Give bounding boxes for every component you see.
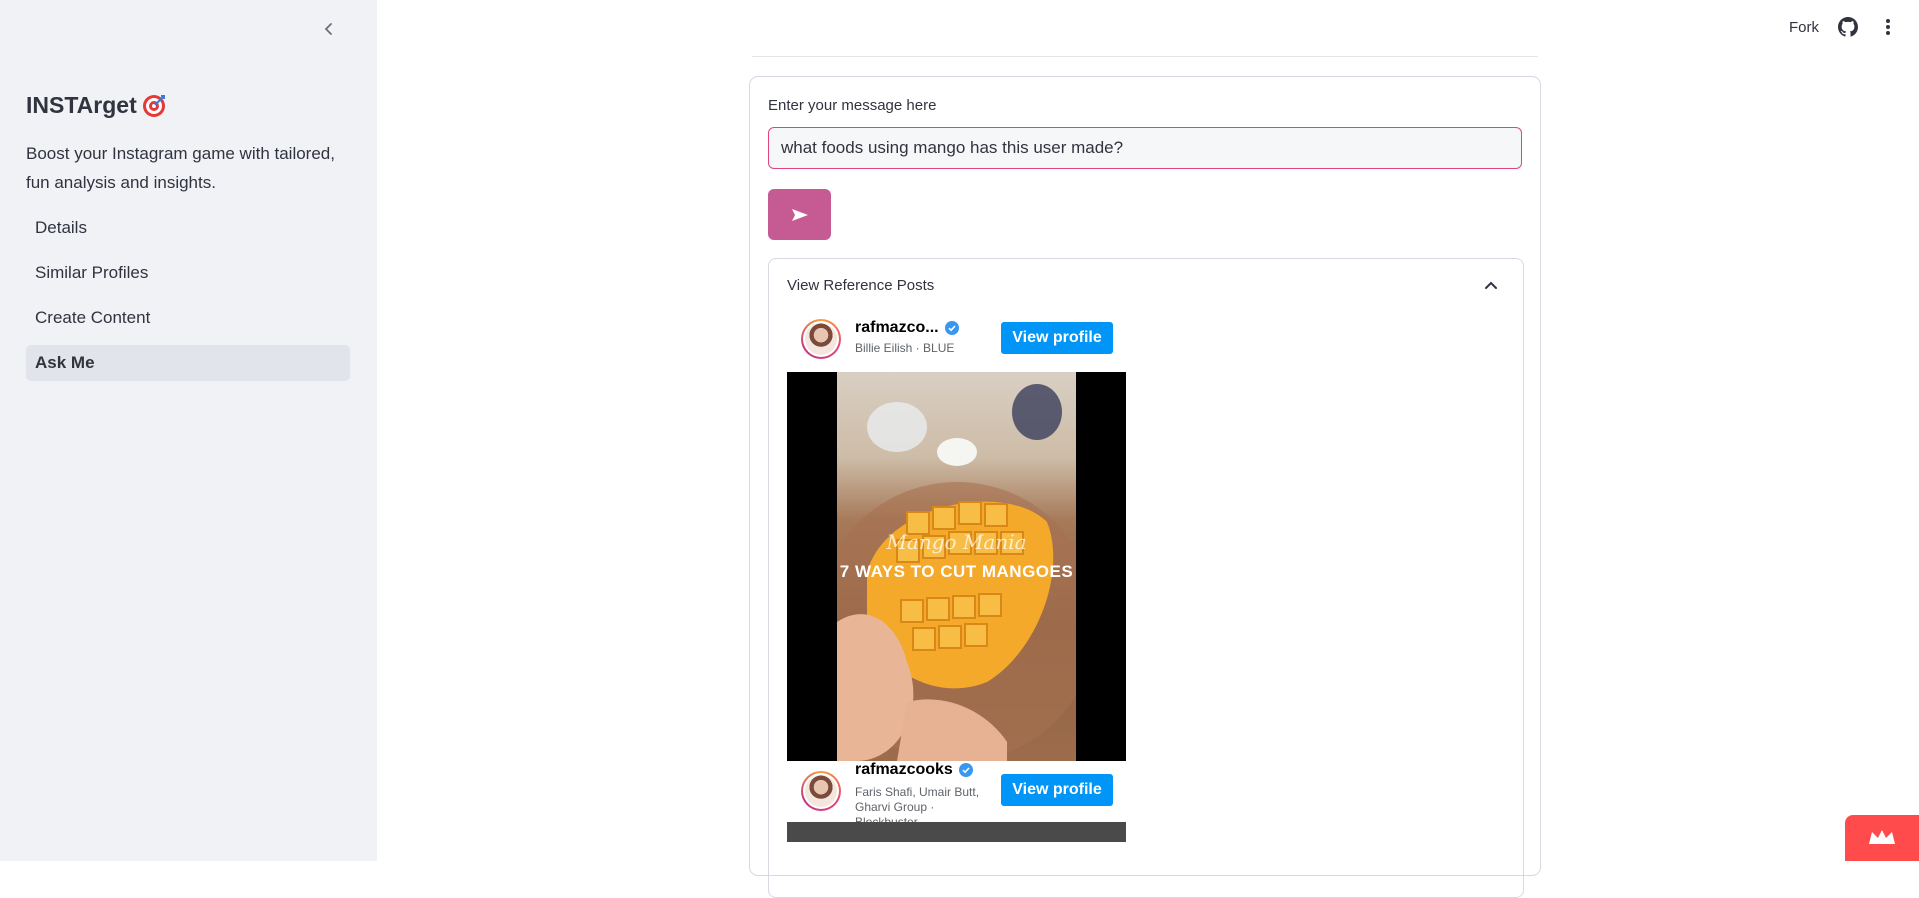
- handle-text: rafmazco...: [855, 319, 939, 337]
- sidebar-item-details[interactable]: Details: [26, 210, 350, 246]
- sidebar: INSTArget Boost your Instagram game with…: [0, 0, 377, 861]
- chat-form: Enter your message here View Reference P…: [749, 76, 1541, 876]
- overlay-title-text: 7 WAYS TO CUT MANGOES: [837, 560, 1076, 584]
- post-handle[interactable]: rafmazcooks: [855, 761, 973, 779]
- post-header: rafmazcooks Faris Shafi, Umair Butt, Gha…: [787, 759, 1127, 811]
- github-icon: [1838, 17, 1858, 37]
- view-profile-button[interactable]: View profile: [1001, 322, 1113, 354]
- app-title-text: INSTArget: [26, 92, 137, 119]
- avatar[interactable]: [801, 771, 841, 811]
- target-icon: [141, 93, 167, 119]
- reference-post: rafmazcooks Faris Shafi, Umair Butt, Gha…: [787, 759, 1127, 811]
- top-toolbar: Fork: [1789, 16, 1899, 38]
- post-audio: Billie Eilish · BLUE: [855, 341, 995, 356]
- reference-posts-expander: View Reference Posts rafmazco... Billie …: [768, 258, 1524, 898]
- github-button[interactable]: [1837, 16, 1859, 38]
- sidebar-item-similar-profiles[interactable]: Similar Profiles: [26, 255, 350, 291]
- fork-button[interactable]: Fork: [1789, 19, 1819, 36]
- message-input-label: Enter your message here: [768, 97, 936, 114]
- sidebar-item-ask-me[interactable]: Ask Me: [26, 345, 350, 381]
- main-menu-button[interactable]: [1877, 16, 1899, 38]
- handle-text: rafmazcooks: [855, 761, 953, 779]
- reference-post: rafmazco... Billie Eilish · BLUE View pr…: [787, 311, 1127, 363]
- more-vertical-icon: [1885, 18, 1891, 36]
- post-video[interactable]: [787, 822, 1126, 842]
- post-header: rafmazco... Billie Eilish · BLUE View pr…: [787, 311, 1127, 363]
- post-handle[interactable]: rafmazco...: [855, 319, 959, 337]
- view-profile-button[interactable]: View profile: [1001, 774, 1113, 806]
- streamlit-badge[interactable]: [1845, 815, 1919, 861]
- content-divider: [752, 56, 1538, 57]
- app-description: Boost your Instagram game with tailored,…: [26, 139, 356, 197]
- verified-badge-icon: [959, 763, 973, 777]
- collapse-sidebar-button[interactable]: [318, 18, 340, 40]
- sidebar-nav: Details Similar Profiles Create Content …: [26, 210, 350, 390]
- expander-title: View Reference Posts: [787, 277, 934, 294]
- send-arrow-icon: [791, 208, 809, 222]
- video-thumbnail: Mango Mania 7 WAYS TO CUT MANGOES: [837, 372, 1076, 761]
- avatar[interactable]: [801, 319, 841, 359]
- app-title: INSTArget: [26, 92, 167, 119]
- expander-header[interactable]: View Reference Posts: [769, 259, 1523, 311]
- crown-icon: [1867, 828, 1897, 848]
- chevron-left-icon: [322, 22, 336, 36]
- chevron-up-icon: [1481, 275, 1501, 295]
- overlay-script-text: Mango Mania: [837, 530, 1076, 554]
- post-video[interactable]: Mango Mania 7 WAYS TO CUT MANGOES: [787, 372, 1126, 761]
- sidebar-item-create-content[interactable]: Create Content: [26, 300, 350, 336]
- send-button[interactable]: [768, 189, 831, 240]
- message-input[interactable]: [768, 127, 1522, 169]
- verified-badge-icon: [945, 321, 959, 335]
